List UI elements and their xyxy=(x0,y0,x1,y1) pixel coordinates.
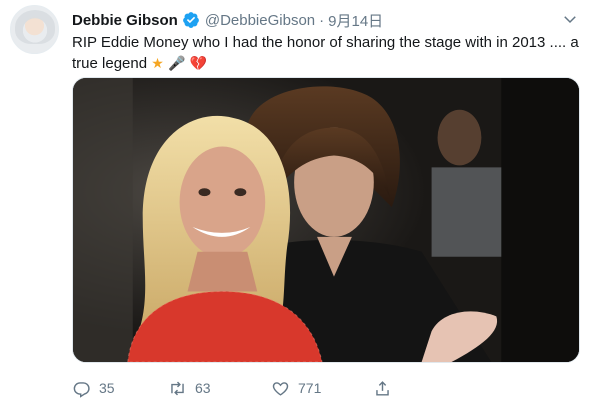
tweet[interactable]: Debbie Gibson @DebbieGibson · 9月14日 RIP … xyxy=(0,0,591,405)
separator-dot: · xyxy=(319,11,325,29)
tweet-text: RIP Eddie Money who I had the honor of s… xyxy=(72,32,582,75)
share-button[interactable] xyxy=(373,379,413,398)
heart-icon xyxy=(272,381,289,396)
chevron-down-icon[interactable] xyxy=(561,10,579,28)
reply-count: 35 xyxy=(99,380,115,396)
tweet-text-body: RIP Eddie Money who I had the honor of s… xyxy=(72,34,579,72)
display-name[interactable]: Debbie Gibson xyxy=(72,12,178,29)
reply-icon xyxy=(73,381,90,398)
like-count: 771 xyxy=(298,380,322,396)
like-button[interactable]: 771 xyxy=(271,379,373,398)
photo-illustration xyxy=(73,78,579,362)
user-handle[interactable]: @DebbieGibson xyxy=(205,12,315,29)
retweet-count: 63 xyxy=(195,380,211,396)
avatar[interactable] xyxy=(10,5,59,54)
avatar-image xyxy=(15,10,55,44)
tweet-photo[interactable] xyxy=(72,77,580,363)
broken-heart-emoji-icon: 💔 xyxy=(189,56,208,72)
tweet-actions: 35 63 771 xyxy=(72,377,413,399)
microphone-emoji-icon: 🎤 xyxy=(167,56,186,72)
tweet-date[interactable]: 9月14日 xyxy=(328,10,383,31)
share-icon xyxy=(376,380,389,396)
retweet-button[interactable]: 63 xyxy=(168,379,271,398)
tweet-header: Debbie Gibson @DebbieGibson · 9月14日 xyxy=(72,10,383,31)
verified-badge-icon xyxy=(182,12,199,28)
star-emoji-icon: ★ xyxy=(151,56,164,72)
retweet-icon xyxy=(171,381,184,395)
reply-button[interactable]: 35 xyxy=(72,379,168,398)
